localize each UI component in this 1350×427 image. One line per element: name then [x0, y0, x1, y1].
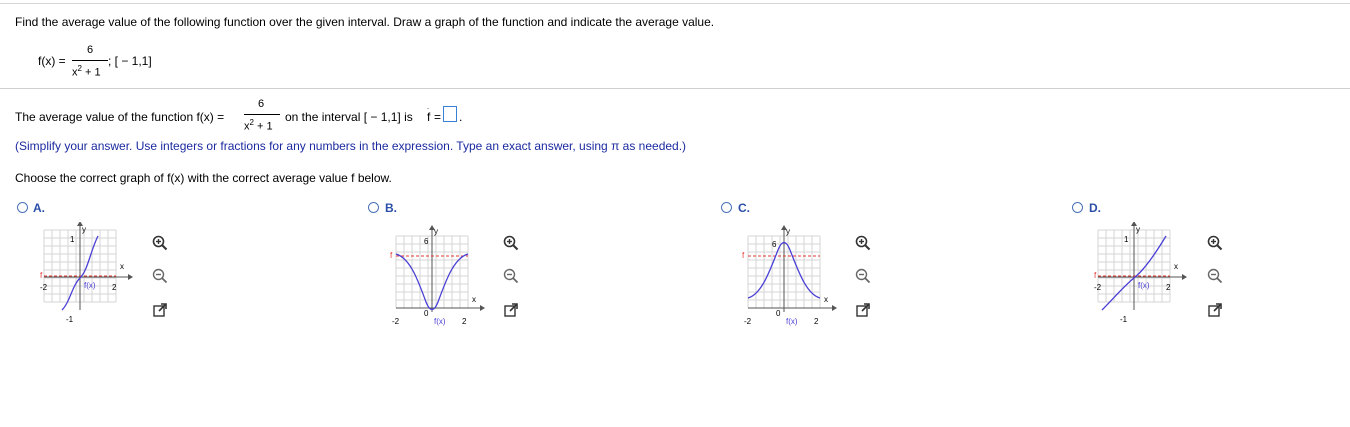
interval-text: ; [ − 1,1]	[108, 54, 152, 68]
y-label: y	[786, 227, 790, 236]
answer-lead: The average value of the function f(x) =	[15, 110, 225, 124]
average-value-input[interactable]	[443, 106, 457, 122]
option-b-radio[interactable]	[368, 202, 379, 213]
xmin-tick: -2	[392, 317, 400, 326]
option-c-open-external-icon[interactable]	[853, 300, 873, 320]
x-arrow	[128, 274, 133, 280]
question-function: f(x) = 6 x2 + 1 ; [ − 1,1]	[38, 44, 168, 80]
ymin-tick: -1	[1120, 315, 1128, 322]
option-c-label[interactable]: C.	[738, 201, 750, 215]
ymin-tick: 0	[424, 309, 429, 318]
option-d-radio[interactable]	[1072, 202, 1083, 213]
fraction-numerator: 6	[87, 44, 94, 56]
option-d-zoom-in-icon[interactable]	[1205, 233, 1225, 253]
option-d-graph: y x 1 -1 -2 2 f f(x)	[1094, 222, 1187, 322]
answer-denominator: x2 + 1	[244, 118, 273, 133]
choose-prompt: Choose the correct graph of f(x) with th…	[15, 171, 392, 185]
fbar-label: f	[40, 271, 43, 280]
option-c-zoom-in-icon[interactable]	[853, 233, 873, 253]
section-divider	[0, 88, 1350, 89]
option-d-zoom-out-icon[interactable]	[1205, 266, 1225, 286]
curve-label: f(x)	[1138, 281, 1150, 290]
option-d-label[interactable]: D.	[1089, 201, 1101, 215]
xmin-tick: -2	[1094, 283, 1102, 292]
xmax-tick: 2	[112, 283, 117, 292]
option-c-zoom-out-icon[interactable]	[853, 266, 873, 286]
xmax-tick: 2	[462, 317, 467, 326]
equals-sign: =	[434, 110, 442, 124]
top-border	[0, 3, 1350, 4]
option-c-radio[interactable]	[721, 202, 732, 213]
option-a-graph: y x 1 -1 -2 2 f f(x)	[40, 222, 133, 322]
x-label: x	[824, 295, 828, 304]
ymin-tick: 0	[776, 309, 781, 318]
question-prompt: Find the average value of the following …	[15, 15, 715, 29]
x-label: x	[472, 295, 476, 304]
option-b-zoom-in-icon[interactable]	[501, 233, 521, 253]
fbar-symbol: f ˙	[427, 107, 431, 124]
option-a-open-external-icon[interactable]	[150, 300, 170, 320]
answer-fraction-bar	[244, 114, 280, 115]
option-a-label[interactable]: A.	[33, 201, 45, 215]
option-b-graph: y x 6 0 -2 2 f f(x)	[390, 225, 485, 326]
x-label: x	[120, 262, 124, 271]
xmax-tick: 2	[814, 317, 819, 326]
answer-line: The average value of the function f(x) =…	[15, 96, 475, 136]
instructions-text: (Simplify your answer. Use integers or f…	[15, 139, 687, 153]
option-c-graph: y x 6 0 -2 2 f f(x)	[742, 225, 837, 326]
curve-label: f(x)	[84, 281, 96, 290]
option-b-open-external-icon[interactable]	[501, 300, 521, 320]
ymax-tick: 6	[424, 237, 429, 246]
answer-middle: on the interval [ − 1,1] is	[285, 110, 413, 124]
fbar-label: f	[390, 251, 393, 260]
x-arrow	[832, 305, 837, 311]
y-label: y	[82, 225, 86, 234]
xmin-tick: -2	[40, 283, 48, 292]
option-d-open-external-icon[interactable]	[1205, 300, 1225, 320]
x-label: x	[1174, 262, 1178, 271]
option-b-label[interactable]: B.	[385, 201, 397, 215]
option-b-zoom-out-icon[interactable]	[501, 266, 521, 286]
curve-label: f(x)	[786, 317, 798, 326]
fx-label: f(x) =	[38, 54, 66, 68]
ymax-tick: 1	[70, 235, 75, 244]
curve-label: f(x)	[434, 317, 446, 326]
option-a-radio[interactable]	[17, 202, 28, 213]
x-arrow	[480, 305, 485, 311]
fraction-denominator: x2 + 1	[72, 64, 101, 79]
fbar-label: f	[1094, 271, 1097, 280]
y-label: y	[434, 227, 438, 236]
xmax-tick: 2	[1166, 283, 1171, 292]
y-label: y	[1136, 225, 1140, 234]
answer-numerator: 6	[258, 98, 265, 110]
ymax-tick: 6	[772, 240, 777, 249]
answer-period: .	[459, 110, 463, 124]
x-arrow	[1182, 274, 1187, 280]
ymax-tick: 1	[1124, 235, 1129, 244]
fbar-label: f	[742, 251, 745, 260]
option-a-zoom-in-icon[interactable]	[150, 233, 170, 253]
xmin-tick: -2	[744, 317, 752, 326]
fraction-bar	[72, 60, 108, 61]
ymin-tick: -1	[66, 315, 74, 322]
option-a-zoom-out-icon[interactable]	[150, 266, 170, 286]
